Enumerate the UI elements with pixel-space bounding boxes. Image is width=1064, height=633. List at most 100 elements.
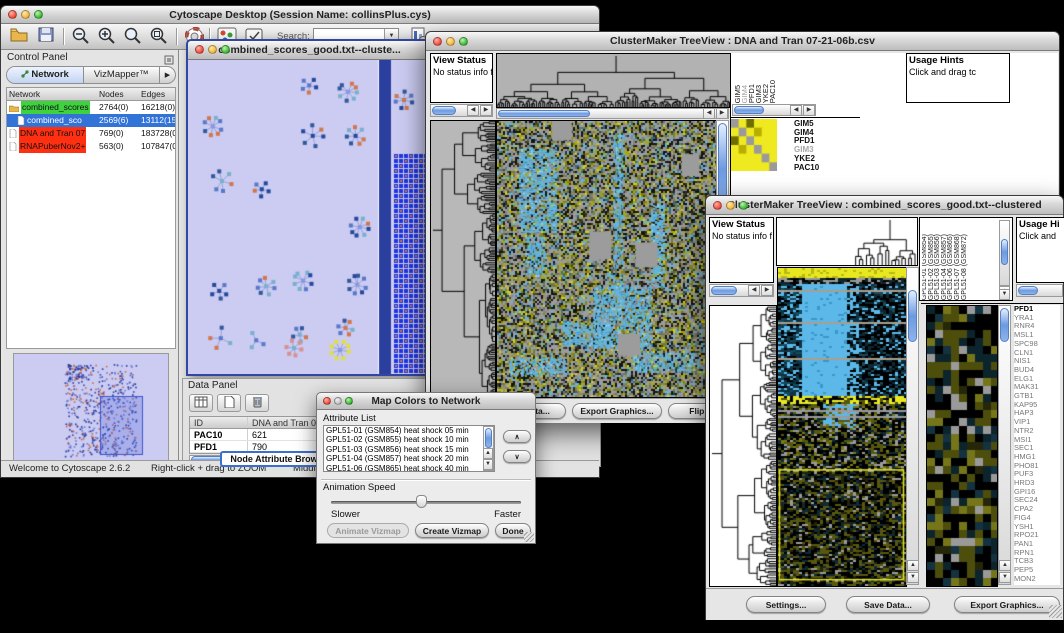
network-canvas[interactable] — [188, 60, 431, 374]
scrollbar-thumb[interactable] — [498, 110, 590, 117]
attribute-item[interactable]: GPL51-06 (GSM865) heat shock 40 min — [324, 464, 494, 472]
heatmap-canvas[interactable] — [496, 120, 718, 398]
column-dendrogram[interactable] — [776, 217, 918, 266]
move-up-button[interactable]: ∧ — [503, 430, 531, 443]
column-dendrogram[interactable] — [496, 53, 731, 108]
network-overview-panel[interactable] — [13, 353, 169, 463]
save-data-button[interactable]: Save Data... — [846, 596, 930, 613]
resize-grip[interactable] — [1049, 605, 1062, 618]
scrollbar-thumb[interactable] — [1000, 308, 1009, 342]
scroll-up-icon[interactable]: ▲ — [907, 560, 919, 571]
horizontal-scrollbar[interactable]: ◀ ▶ — [430, 104, 493, 117]
table-row-selected[interactable]: combined_sco 2569(6) 13112(15) — [7, 114, 175, 127]
scroll-left-icon[interactable]: ◀ — [790, 105, 802, 116]
scroll-down-icon[interactable]: ▼ — [999, 572, 1011, 583]
attribute-item[interactable]: GPL51-01 (GSM854) heat shock 05 min — [324, 426, 494, 435]
col-header-edges[interactable]: Edges — [141, 88, 175, 100]
scroll-left-icon[interactable]: ◀ — [467, 105, 479, 116]
scroll-right-icon[interactable]: ▶ — [480, 105, 492, 116]
col-header-nodes[interactable]: Nodes — [99, 88, 141, 100]
horizontal-scrollbar[interactable]: ◀ ▶ — [709, 284, 774, 297]
vertical-scrollbar[interactable] — [999, 220, 1010, 286]
toolbar-separator — [63, 28, 64, 45]
network-overview-canvas[interactable] — [14, 354, 168, 462]
scroll-left-icon[interactable]: ◀ — [703, 108, 715, 119]
resize-grip[interactable] — [524, 532, 534, 542]
delete-attribute-icon[interactable] — [245, 394, 269, 412]
save-session-button[interactable] — [34, 27, 58, 47]
scroll-right-icon[interactable]: ▶ — [761, 285, 773, 296]
scroll-left-icon[interactable]: ◀ — [748, 285, 760, 296]
scroll-right-icon[interactable]: ▶ — [803, 105, 815, 116]
attribute-item[interactable]: GPL51-03 (GSM856) heat shock 15 min — [324, 445, 494, 454]
horizontal-scrollbar[interactable] — [1016, 284, 1063, 297]
scroll-down-icon[interactable]: ▼ — [483, 459, 493, 470]
scroll-down-icon[interactable]: ▼ — [999, 289, 1010, 300]
open-session-button[interactable] — [7, 27, 31, 47]
zoom-fit-icon[interactable] — [121, 27, 145, 47]
close-button[interactable] — [433, 37, 442, 46]
vertical-scrollbar[interactable]: ▲ ▼ — [483, 426, 494, 471]
minimize-button[interactable] — [21, 10, 30, 19]
attribute-item[interactable]: GPL51-02 (GSM855) heat shock 10 min — [324, 435, 494, 444]
attribute-list[interactable]: GPL51-01 (GSM854) heat shock 05 minGPL51… — [323, 425, 495, 472]
treeview-dna-titlebar[interactable]: ClusterMaker TreeView : DNA and Tran 07-… — [426, 32, 1059, 51]
scrollbar-thumb[interactable] — [908, 290, 917, 342]
main-titlebar[interactable]: Cytoscape Desktop (Session Name: collins… — [1, 6, 599, 24]
treeview-combined-titlebar[interactable]: ClusterMaker TreeView : combined_scores_… — [706, 196, 1063, 215]
minimize-button[interactable] — [726, 201, 735, 210]
attribute-list-label: Attribute List — [323, 413, 376, 424]
slider-thumb[interactable] — [416, 495, 427, 508]
scrollbar-thumb[interactable] — [485, 428, 492, 448]
scrollbar-thumb[interactable] — [432, 106, 456, 115]
tab-vizmapper[interactable]: VizMapper™ — [84, 67, 160, 83]
vertical-scrollbar[interactable]: ▲ ▼ — [906, 267, 919, 585]
zoom-window-button[interactable] — [739, 201, 748, 210]
scrollbar-thumb[interactable] — [711, 286, 737, 295]
zoom-matrix-canvas[interactable] — [731, 119, 777, 171]
table-row[interactable]: RNAPuberNov2+ 563(0) 107847(0) — [7, 140, 175, 153]
zoom-out-icon[interactable] — [69, 27, 93, 47]
heatmap-canvas[interactable] — [777, 267, 907, 587]
table-row[interactable]: DNA and Tran 07 769(0) 183728(0) — [7, 127, 175, 140]
horizontal-scrollbar[interactable]: ◀ ▶ — [496, 108, 729, 119]
vertical-scrollbar[interactable]: ▲ ▼ — [998, 305, 1011, 585]
close-button[interactable] — [8, 10, 17, 19]
tab-network[interactable]: Network — [7, 67, 84, 83]
scrollbar-thumb[interactable] — [1018, 286, 1038, 295]
minimize-button[interactable] — [208, 45, 217, 54]
zoom-window-button[interactable] — [221, 45, 230, 54]
move-down-button[interactable]: ∨ — [503, 450, 531, 463]
close-button[interactable] — [323, 397, 331, 405]
scroll-up-icon[interactable]: ▲ — [483, 448, 493, 459]
table-row[interactable]: combined_scores 2764(0) 16218(0) — [7, 101, 175, 114]
tab-overflow-icon[interactable]: ▶ — [159, 67, 175, 83]
close-button[interactable] — [713, 201, 722, 210]
close-button[interactable] — [195, 45, 204, 54]
attribute-item[interactable]: GPL51-04 (GSM857) heat shock 20 min — [324, 454, 494, 463]
scrollbar-thumb[interactable] — [1001, 239, 1008, 265]
gene-dendrogram[interactable] — [709, 305, 777, 587]
new-attribute-icon[interactable] — [217, 394, 241, 412]
export-graphics-button[interactable]: Export Graphics... — [572, 403, 662, 419]
select-attributes-icon[interactable] — [189, 394, 213, 412]
zoom-window-button[interactable] — [345, 397, 353, 405]
col-header-network[interactable]: Network — [7, 88, 99, 100]
zoom-window-button[interactable] — [459, 37, 468, 46]
zoom-window-button[interactable] — [34, 10, 43, 19]
export-graphics-button[interactable]: Export Graphics... — [954, 596, 1060, 613]
scroll-right-icon[interactable]: ▶ — [716, 108, 728, 119]
zoom-heatmap-canvas[interactable] — [926, 305, 998, 587]
zoom-in-icon[interactable] — [95, 27, 119, 47]
create-vizmap-button[interactable]: Create Vizmap — [415, 523, 489, 538]
zoom-selected-icon[interactable] — [147, 27, 171, 47]
scroll-down-icon[interactable]: ▼ — [907, 572, 919, 583]
gene-dendrogram[interactable] — [430, 120, 496, 398]
network-view-titlebar[interactable]: combined_scores_good.txt--cluste... — [188, 41, 431, 60]
scrollbar-thumb[interactable] — [734, 106, 764, 114]
scroll-up-icon[interactable]: ▲ — [999, 560, 1011, 571]
settings-button[interactable]: Settings... — [746, 596, 826, 613]
minimize-button[interactable] — [446, 37, 455, 46]
horizontal-scrollbar[interactable]: ◀ ▶ — [732, 104, 816, 116]
dialog-titlebar[interactable]: Map Colors to Network — [317, 393, 535, 410]
